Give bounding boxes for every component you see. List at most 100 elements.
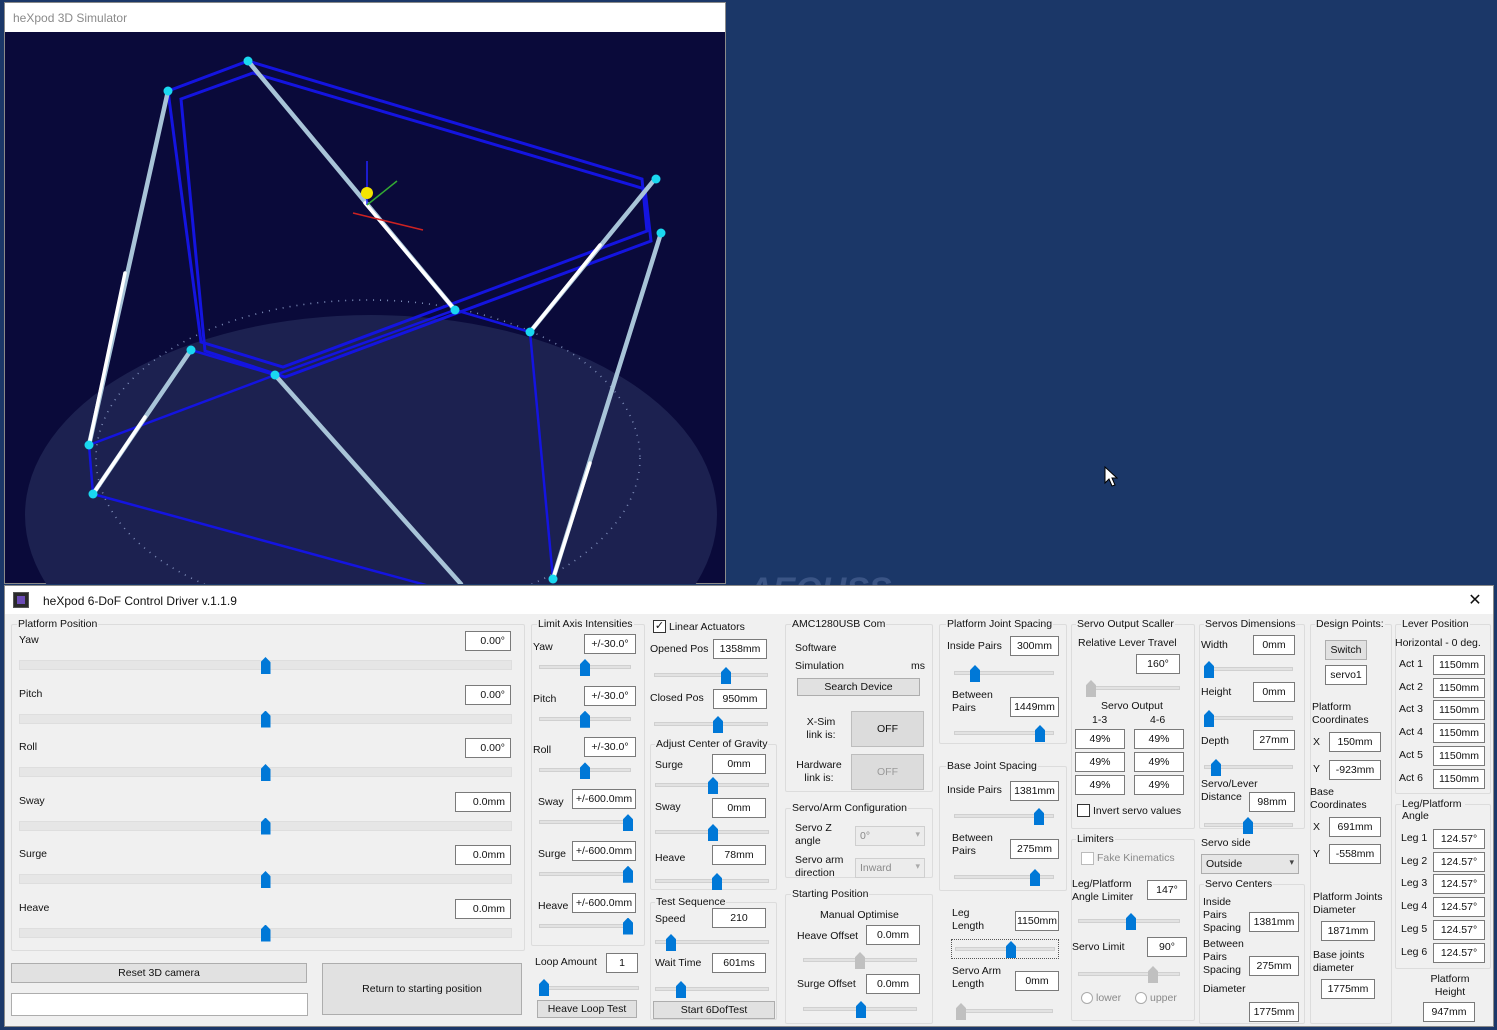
height-value[interactable]: 0mm (1253, 682, 1295, 702)
width-value[interactable]: 0mm (1253, 635, 1295, 655)
limit-yaw-value[interactable]: +/-30.0° (584, 634, 636, 654)
heave-offset-value[interactable]: 0.0mm (866, 925, 920, 945)
platform-heave-value[interactable]: 0.0mm (455, 898, 511, 919)
leg-angle-label: Leg/Platform Angle (1401, 798, 1465, 822)
limit-pitch-value[interactable]: +/-30.0° (584, 685, 636, 706)
limit-roll-value[interactable]: +/-30.0° (584, 737, 636, 758)
act-4-value[interactable]: 1150mm (1433, 723, 1485, 744)
leg-5-value[interactable]: 124.57° (1433, 919, 1485, 940)
cog-heave-label: Heave (655, 852, 686, 864)
close-icon[interactable]: ✕ (1465, 590, 1485, 610)
limit-surge-value[interactable]: +/-600.0mm (572, 840, 636, 861)
platform-height-value[interactable]: 947mm (1423, 1002, 1475, 1022)
hardware-status-button[interactable]: OFF (851, 754, 924, 790)
fake-kinematics-checkbox[interactable] (1081, 852, 1094, 865)
servo-side-select[interactable]: Outside ▾ (1201, 854, 1299, 874)
surge-offset-value[interactable]: 0.0mm (866, 974, 920, 994)
switch-button[interactable]: Switch (1325, 640, 1367, 660)
servo-limit-value[interactable]: 90° (1147, 937, 1187, 957)
heave-loop-test-button[interactable]: Heave Loop Test (537, 1000, 637, 1018)
leg-3-value[interactable]: 124.57° (1433, 874, 1485, 895)
lower-radio[interactable] (1081, 992, 1093, 1004)
platform-pitch-value[interactable]: 0.00° (465, 684, 511, 705)
upper-radio[interactable] (1135, 992, 1147, 1004)
platform-surge-value[interactable]: 0.0mm (455, 845, 511, 865)
base-y-value[interactable]: -558mm (1329, 844, 1381, 864)
leg-1-value[interactable]: 124.57° (1433, 829, 1485, 849)
lower-label: lower (1096, 992, 1122, 1004)
search-device-button[interactable]: Search Device (797, 678, 920, 696)
return-start-button[interactable]: Return to starting position (322, 963, 522, 1015)
reset-camera-button[interactable]: Reset 3D camera (11, 963, 307, 983)
servo-output-cell[interactable]: 49% (1134, 775, 1184, 795)
leg-2-value[interactable]: 124.57° (1433, 851, 1485, 872)
platform-x-value[interactable]: 150mm (1329, 732, 1381, 752)
platform-yaw-value[interactable]: 0.00° (465, 631, 511, 651)
xsim-status-button[interactable]: OFF (851, 711, 924, 747)
loop-amount-slider[interactable] (539, 979, 549, 996)
distance-value[interactable]: 98mm (1249, 792, 1295, 812)
platform-sway-value[interactable]: 0.0mm (455, 791, 511, 812)
test-wait-value[interactable]: 601ms (712, 953, 766, 973)
bjs-between-value[interactable]: 275mm (1010, 839, 1059, 859)
platform-y-value[interactable]: -923mm (1329, 760, 1381, 780)
cog-sway-label: Sway (655, 801, 681, 813)
platform-heave-label: Heave (19, 901, 50, 914)
test-speed-value[interactable]: 210 (712, 908, 766, 928)
platform-joints-diameter-value[interactable]: 1871mm (1321, 921, 1375, 941)
servo-output-cell[interactable]: 49% (1134, 752, 1184, 772)
limit-surge-label: Surge (538, 847, 567, 860)
servo-output-cell[interactable]: 49% (1075, 729, 1125, 749)
limit-heave-value[interactable]: +/-600.0mm (572, 892, 636, 913)
servo-selector-value[interactable]: servo1 (1325, 665, 1367, 685)
servo-arm-length-slider[interactable] (956, 1003, 966, 1020)
servo-output-cell[interactable]: 49% (1075, 752, 1125, 772)
linear-actuators-checkbox[interactable]: ✓ (653, 620, 666, 633)
act-2-value[interactable]: 1150mm (1433, 677, 1485, 698)
depth-value[interactable]: 27mm (1253, 730, 1295, 750)
limit-sway-value[interactable]: +/-600.0mm (572, 789, 636, 810)
act-1-value[interactable]: 1150mm (1433, 655, 1485, 675)
leg-4-value[interactable]: 124.57° (1433, 897, 1485, 918)
opened-pos-slider[interactable] (721, 667, 731, 684)
opened-pos-label: Opened Pos (650, 643, 709, 655)
leg-length-value[interactable]: 1150mm (1015, 911, 1059, 931)
servo-output-cell[interactable]: 49% (1134, 729, 1184, 749)
servo-z-select[interactable]: 0° ▾ (855, 826, 925, 846)
opened-pos-track (654, 673, 768, 677)
opened-pos-value[interactable]: 1358mm (713, 639, 767, 659)
centers-diameter-label: Diameter (1203, 983, 1246, 995)
pjs-inside-value[interactable]: 300mm (1010, 636, 1059, 656)
loop-amount-value[interactable]: 1 (606, 953, 638, 973)
closed-pos-slider[interactable] (713, 716, 723, 733)
servo-output-col1: 1-3 (1092, 714, 1108, 726)
leg-6-value[interactable]: 124.57° (1433, 942, 1485, 963)
relative-lever-value[interactable]: 160° (1136, 654, 1180, 674)
height-label: Height (1201, 686, 1232, 698)
base-x-value[interactable]: 691mm (1329, 817, 1381, 837)
start-test-button[interactable]: Start 6DofTest (653, 1001, 775, 1019)
servo-arm-length-value[interactable]: 0mm (1015, 971, 1059, 991)
angle-limiter-value[interactable]: 147° (1147, 880, 1187, 900)
cog-sway-value[interactable]: 0mm (712, 798, 766, 818)
cog-surge-value[interactable]: 0mm (712, 754, 766, 774)
servo-dir-select[interactable]: Inward ▾ (855, 858, 925, 878)
bjs-inside-value[interactable]: 1381mm (1010, 781, 1059, 801)
servo-output-cell[interactable]: 49% (1075, 775, 1125, 795)
pjs-between-value[interactable]: 1449mm (1010, 697, 1059, 717)
depth-label: Depth (1201, 735, 1230, 747)
invert-servo-checkbox[interactable] (1077, 804, 1090, 817)
act-5-value[interactable]: 1150mm (1433, 745, 1485, 766)
act-6-value[interactable]: 1150mm (1433, 768, 1485, 789)
base-joints-diameter-value[interactable]: 1775mm (1321, 979, 1375, 999)
servo-dims-label: Servos Dimensions (1204, 618, 1297, 630)
centers-inside-value[interactable]: 1381mm (1249, 912, 1299, 932)
centers-diameter-value[interactable]: 1775mm (1249, 1002, 1299, 1022)
bjs-between-label: Between Pairs (952, 832, 993, 857)
platform-roll-value[interactable]: 0.00° (465, 738, 511, 758)
act-3-value[interactable]: 1150mm (1433, 700, 1485, 721)
centers-between-value[interactable]: 275mm (1249, 956, 1299, 976)
closed-pos-value[interactable]: 950mm (713, 689, 767, 709)
simulator-viewport[interactable] (5, 33, 725, 584)
cog-heave-value[interactable]: 78mm (712, 845, 766, 865)
